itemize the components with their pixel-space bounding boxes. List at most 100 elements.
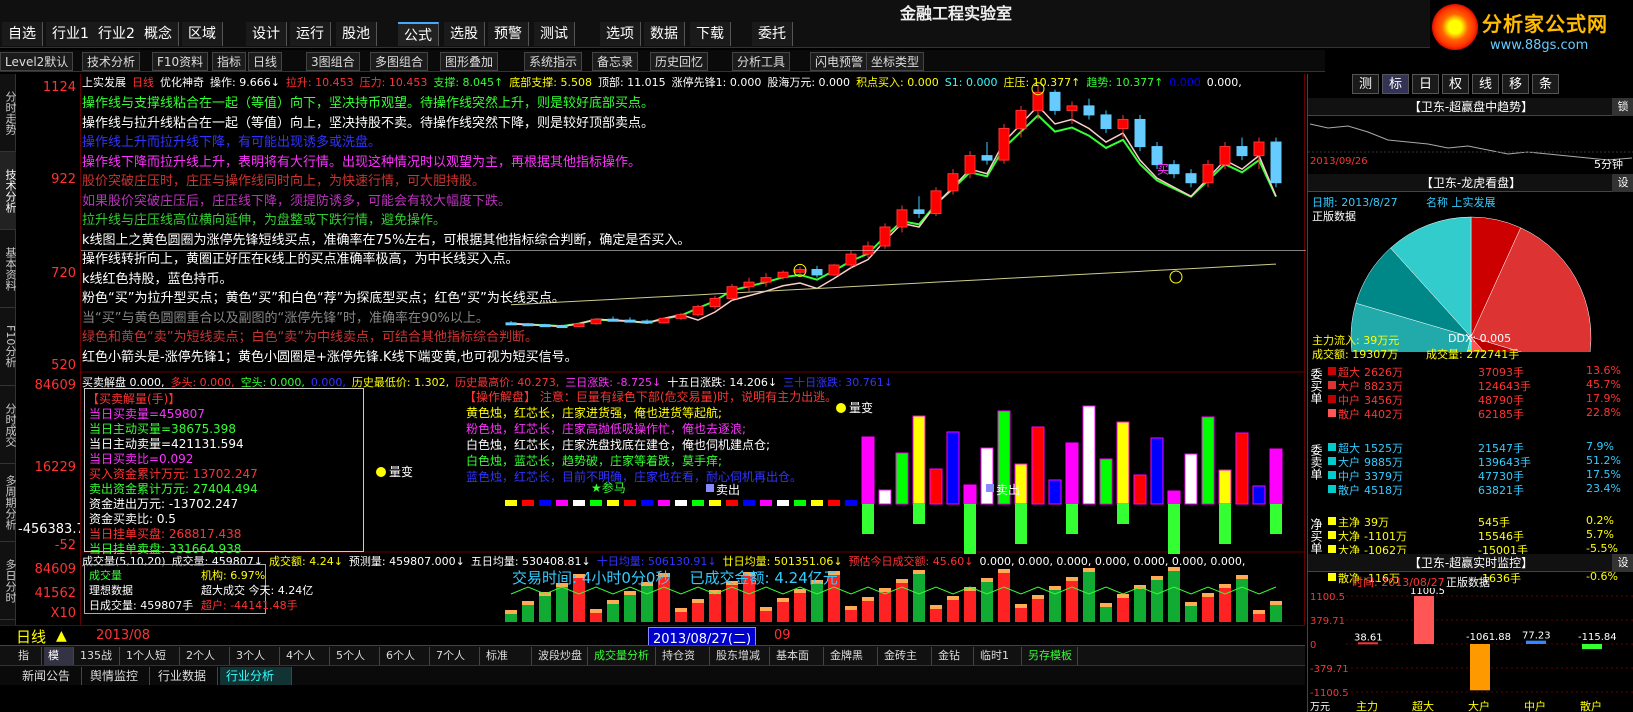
top-menu-item[interactable]: 数据: [644, 22, 685, 46]
top-menu-item[interactable]: 选项: [600, 22, 641, 46]
indicator-value: 庄压: 10.377↑: [1003, 76, 1081, 89]
toolbar-button[interactable]: 系统指示: [524, 52, 583, 71]
top-menu-item[interactable]: 运行: [290, 22, 331, 46]
right-panel-tab[interactable]: 测: [1352, 74, 1380, 94]
monitor-settings-button[interactable]: 设: [1612, 554, 1633, 572]
flow-row-amount: 4402万: [1364, 408, 1403, 421]
flow-color-icon: [1328, 471, 1336, 479]
top-menu-item[interactable]: 测试: [534, 22, 575, 46]
volume-bar-top: [879, 588, 891, 592]
info-tab[interactable]: 舆情监控: [84, 667, 150, 685]
settings-button[interactable]: 设: [1612, 174, 1633, 192]
sub-indicator-bar: [692, 500, 704, 506]
template-tab[interactable]: 波段炒盘: [534, 647, 588, 665]
lock-button[interactable]: 锁: [1612, 98, 1633, 116]
toolbar-button[interactable]: 多图组合: [370, 52, 429, 71]
template-tab[interactable]: 1个人短线: [122, 647, 180, 680]
toolbar-button[interactable]: Level2默认: [0, 52, 74, 71]
volume-summary-line: 日成交量: 459807手: [89, 599, 194, 612]
left-view-tab[interactable]: 基本资料: [0, 230, 17, 308]
trade-amount: 已成交金额: 4.24亿元: [689, 569, 838, 587]
template-tab[interactable]: 6个人: [382, 647, 430, 665]
right-panel-tab[interactable]: 标: [1382, 74, 1410, 94]
toolbar-button[interactable]: 历史回忆: [650, 52, 709, 71]
indicator-value: 支撑: 8.045↑: [433, 76, 504, 89]
operation-line: [510, 104, 1277, 328]
template-tab[interactable]: 基本面: [772, 647, 824, 665]
template-tab[interactable]: 另存模板: [1024, 647, 1078, 665]
volume-bar: [913, 570, 925, 622]
top-menu-item[interactable]: 股池: [336, 22, 377, 46]
flow-row-pct: 45.7%: [1586, 378, 1621, 391]
toolbar-button[interactable]: 闪电预警: [810, 52, 869, 71]
right-panel-tab[interactable]: 条: [1532, 74, 1560, 94]
template-tab[interactable]: 成交量分析: [590, 647, 656, 665]
monitor-y-label: -1100.5: [1310, 688, 1349, 699]
top-menu-item[interactable]: 自选: [2, 22, 43, 46]
template-tab[interactable]: 135战法: [76, 647, 120, 680]
top-menu-item[interactable]: 预警: [488, 22, 529, 46]
sub-indicator-bar: [1184, 453, 1198, 505]
capital-flow-pie: [1350, 216, 1592, 352]
right-panel-tab[interactable]: 日: [1412, 74, 1440, 94]
top-menu-item[interactable]: 行业1: [46, 22, 96, 46]
template-tab[interactable]: 3个人: [232, 647, 280, 665]
toolbar-button[interactable]: 指标: [212, 52, 247, 71]
template-tab[interactable]: 金牌黑马: [826, 647, 878, 680]
right-panel-tab[interactable]: 线: [1472, 74, 1500, 94]
toolbar-button[interactable]: 3图组合: [306, 52, 360, 71]
sub-indicator-neg-bar: [1270, 504, 1282, 534]
template-tab[interactable]: 5个人: [332, 647, 380, 665]
right-panel-tab[interactable]: 移: [1502, 74, 1530, 94]
template-tab[interactable]: 2个人: [182, 647, 230, 665]
volume-bar-top: [896, 579, 908, 583]
sub-indicator-bar: [641, 500, 653, 506]
top-menu-item[interactable]: 概念: [138, 22, 179, 46]
template-tab[interactable]: 金钻: [934, 647, 974, 665]
info-tab[interactable]: 新闻公告: [16, 667, 82, 685]
top-menu-item[interactable]: 公式: [398, 22, 439, 46]
toolbar-button[interactable]: 分析工具: [732, 52, 791, 71]
candle-body: [1015, 109, 1027, 129]
trend-interval[interactable]: 5分钟: [1594, 156, 1623, 172]
info-tab[interactable]: 行业分析: [220, 667, 292, 685]
toolbar-button[interactable]: 坐标类型: [866, 52, 925, 71]
template-tab[interactable]: 标准: [482, 647, 532, 665]
top-menu-item[interactable]: 选股: [444, 22, 485, 46]
volume2-scale-label: 41562: [34, 586, 76, 601]
toolbar-button[interactable]: 日线: [248, 52, 283, 71]
info-tab[interactable]: 行业数据: [152, 667, 218, 685]
top-menu-item[interactable]: 区域: [182, 22, 223, 46]
volume-bar-top: [505, 610, 517, 614]
top-menu-item[interactable]: 下载: [690, 22, 731, 46]
left-view-tab[interactable]: 分时走势: [0, 74, 17, 152]
template-tab[interactable]: 指标: [14, 647, 42, 680]
left-view-tab[interactable]: F10分析: [0, 308, 17, 386]
template-tab[interactable]: 持仓资金: [658, 647, 710, 680]
toolbar-button[interactable]: 技术分析: [82, 52, 141, 71]
template-tab[interactable]: 金砖主副: [880, 647, 932, 680]
left-view-tab[interactable]: 分时成交: [0, 386, 17, 464]
top-menu-item[interactable]: 设计: [246, 22, 287, 46]
template-tab[interactable]: 模板: [44, 647, 74, 680]
toolbar-button[interactable]: F10资料: [152, 52, 209, 71]
top-menu-item[interactable]: 委托: [752, 22, 793, 46]
template-tab[interactable]: 股东增减: [712, 647, 770, 665]
volume-bar-top: [760, 607, 772, 611]
top-menu-item[interactable]: 行业2: [92, 22, 142, 46]
toolbar-button[interactable]: 备忘录: [592, 52, 639, 71]
sub-indicator-bar: [980, 447, 994, 505]
left-view-tab[interactable]: 技术分析: [0, 152, 17, 230]
template-tab[interactable]: 4个人: [282, 647, 330, 665]
trade-time: 交易时间: 4小时0分0秒: [512, 569, 671, 587]
volume-change-label: 量变: [389, 464, 413, 479]
left-view-tab[interactable]: 多日分时: [0, 542, 17, 620]
toolbar-button[interactable]: 图形叠加: [440, 52, 499, 71]
flow-row-label: 散户: [1338, 408, 1360, 421]
left-view-tab[interactable]: 多周期分析: [0, 464, 17, 542]
template-tab[interactable]: 7个人: [432, 647, 480, 665]
period-triangle-icon[interactable]: ▲: [56, 628, 67, 644]
template-tab[interactable]: 临时1: [976, 647, 1022, 665]
flow-color-icon: [1328, 409, 1336, 417]
right-panel-tab[interactable]: 权: [1442, 74, 1470, 94]
